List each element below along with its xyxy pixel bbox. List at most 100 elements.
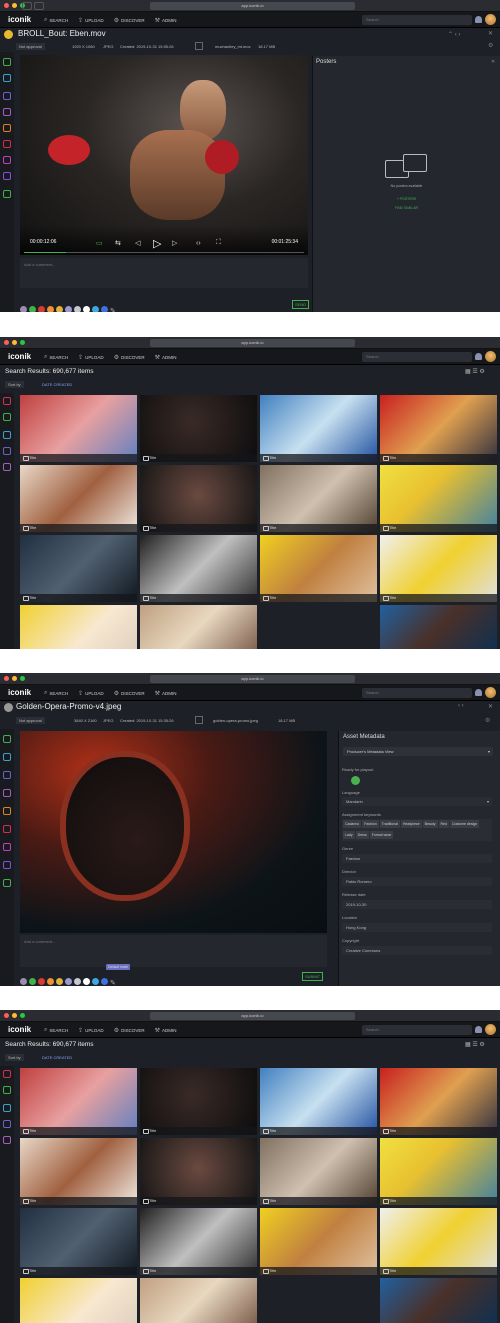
app-logo[interactable]: iconik — [8, 15, 31, 24]
location-field[interactable]: Hong Kong — [342, 923, 492, 932]
forward-button[interactable] — [34, 2, 44, 10]
avatar[interactable] — [485, 351, 496, 362]
rail-history-icon[interactable] — [3, 861, 11, 869]
nav-arrows-icon[interactable]: ‹ › — [458, 703, 464, 709]
keyword-chip[interactable]: Dress — [355, 830, 369, 839]
color-swatch[interactable] — [29, 306, 36, 312]
step-back-icon[interactable]: ◁ — [135, 239, 140, 247]
rail-tag-icon[interactable] — [3, 463, 11, 471]
color-swatch[interactable] — [38, 306, 45, 312]
nav-admin[interactable]: ⚒ ADMIN — [155, 354, 177, 361]
nav-upload[interactable]: ⇪ UPLOAD — [78, 17, 104, 24]
rail-relations-icon[interactable] — [3, 879, 11, 887]
result-tile[interactable]: Title — [380, 1208, 497, 1275]
rail-transcript-icon[interactable] — [3, 124, 11, 132]
rail-faces-icon[interactable] — [3, 843, 11, 851]
result-tile[interactable] — [380, 1278, 497, 1323]
submit-button[interactable]: SUBMIT — [302, 972, 324, 981]
approval-select[interactable]: Not approval — [16, 717, 45, 724]
find-similar-link[interactable]: FIND SIMILAR — [313, 206, 500, 210]
rail-versions-icon[interactable] — [3, 92, 11, 100]
result-tile[interactable]: Title — [20, 1208, 137, 1275]
notifications-icon[interactable] — [475, 689, 482, 696]
color-swatch[interactable] — [29, 978, 36, 985]
rail-tag-icon[interactable] — [3, 1136, 11, 1144]
nav-arrows-icon[interactable]: ⌃ ‹ › — [448, 31, 460, 38]
color-swatch[interactable] — [92, 306, 99, 312]
fullscreen-icon[interactable]: ⛶ — [216, 239, 221, 247]
color-swatch[interactable] — [101, 978, 108, 985]
search-input[interactable]: Search — [362, 15, 472, 25]
avatar[interactable] — [485, 1024, 496, 1035]
nav-upload[interactable]: ⇪ UPLOAD — [78, 690, 104, 697]
search-input[interactable]: Search — [362, 688, 472, 698]
loop-icon[interactable]: ⇆ — [115, 239, 121, 247]
result-tile[interactable]: Title — [140, 535, 257, 602]
result-tile[interactable]: Title — [140, 1068, 257, 1135]
keyword-chip[interactable]: Formal wear — [369, 830, 394, 839]
sort-select[interactable]: Sort by — [5, 1054, 24, 1061]
rail-folder-icon[interactable] — [3, 1086, 11, 1094]
filter-chip[interactable]: DATE CREATED — [42, 382, 72, 387]
settings-icon[interactable]: ⚙ — [485, 717, 490, 724]
rail-comments-icon[interactable] — [3, 74, 11, 82]
result-tile[interactable] — [380, 605, 497, 649]
rail-share-icon[interactable] — [3, 447, 11, 455]
app-logo[interactable]: iconik — [8, 688, 31, 697]
rail-collections-icon[interactable] — [3, 108, 11, 116]
result-tile[interactable]: Title — [20, 1068, 137, 1135]
result-tile[interactable]: Title — [260, 1138, 377, 1205]
result-tile[interactable]: Title — [20, 1138, 137, 1205]
notifications-icon[interactable] — [475, 353, 482, 360]
send-button[interactable]: SEND — [292, 300, 310, 309]
genre-field[interactable]: Fashion — [342, 854, 492, 863]
image-viewer[interactable] — [20, 731, 327, 933]
result-tile[interactable] — [140, 605, 257, 649]
result-tile[interactable]: Title — [260, 1068, 377, 1135]
nav-upload[interactable]: ⇪ UPLOAD — [78, 354, 104, 361]
scrubber[interactable] — [24, 252, 304, 253]
result-tile[interactable]: Title — [140, 1208, 257, 1275]
result-tile[interactable]: Title — [260, 535, 377, 602]
rail-rights-icon[interactable] — [3, 825, 11, 833]
nav-upload[interactable]: ⇪ UPLOAD — [78, 1027, 104, 1034]
color-swatch[interactable] — [83, 306, 90, 312]
result-tile[interactable]: Title — [380, 1068, 497, 1135]
color-swatch[interactable] — [65, 306, 72, 312]
rail-filter-icon[interactable] — [3, 397, 11, 405]
notifications-icon[interactable] — [475, 16, 482, 23]
notifications-icon[interactable] — [475, 1026, 482, 1033]
close-icon[interactable]: ✕ — [488, 703, 493, 710]
add-posters-link[interactable]: + POSTERS — [313, 197, 500, 201]
result-tile[interactable] — [140, 1278, 257, 1323]
rail-history-icon[interactable] — [3, 172, 11, 180]
mark-icon[interactable]: ‹› — [196, 240, 201, 247]
nav-admin[interactable]: ⚒ ADMIN — [155, 1027, 177, 1034]
color-swatch[interactable] — [92, 978, 99, 985]
result-tile[interactable]: Title — [20, 395, 137, 462]
nav-discover[interactable]: ⚙ DISCOVER — [114, 17, 145, 24]
rail-info-icon[interactable] — [3, 735, 11, 743]
settings-icon[interactable]: ⚙ — [488, 42, 493, 49]
result-tile[interactable]: Title — [140, 465, 257, 532]
keyword-chip[interactable]: Fashion — [362, 820, 379, 828]
color-swatch[interactable] — [101, 306, 108, 312]
approval-select[interactable]: Not approval — [16, 43, 45, 50]
color-swatch[interactable] — [56, 306, 63, 312]
search-input[interactable]: Search — [362, 1025, 472, 1035]
video-player[interactable]: 00:00:12:06 00:01:25:34 ▭ ⇆ ◁ ▷ ▷ ‹› ⛶ — [20, 55, 308, 255]
app-logo[interactable]: iconik — [8, 1025, 31, 1034]
nav-search[interactable]: ⌕ SEARCH — [44, 17, 68, 24]
rail-transcript-icon[interactable] — [3, 807, 11, 815]
nav-discover[interactable]: ⚙ DISCOVER — [114, 690, 145, 697]
url-bar[interactable]: app.iconik.io — [150, 339, 355, 347]
keyword-chip[interactable]: Red — [438, 820, 449, 828]
color-swatch[interactable] — [65, 978, 72, 985]
result-tile[interactable] — [20, 605, 137, 649]
result-tile[interactable]: Title — [380, 1138, 497, 1205]
comment-input[interactable]: Add a comment... — [20, 258, 308, 288]
keyword-chip[interactable]: Lady — [343, 830, 355, 839]
result-tile[interactable]: Title — [380, 395, 497, 462]
nav-admin[interactable]: ⚒ ADMIN — [155, 17, 177, 24]
filter-chip[interactable]: DATE CREATED — [42, 1055, 72, 1060]
